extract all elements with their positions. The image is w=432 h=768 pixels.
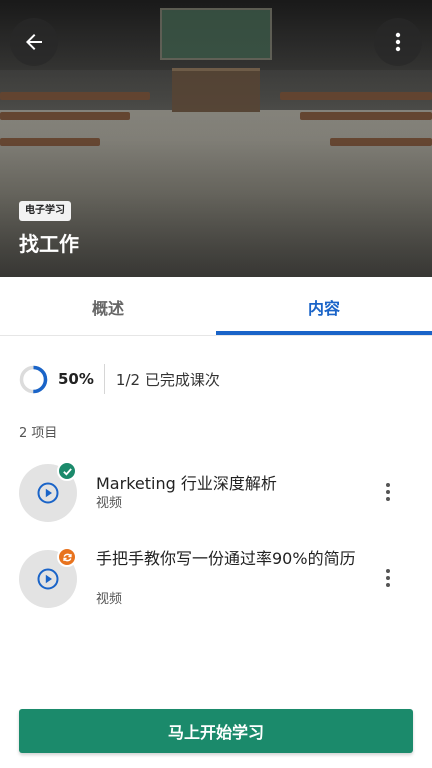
item-title: 手把手教你写一份通过率90%的简历 xyxy=(96,549,356,568)
play-circle-icon xyxy=(37,482,59,504)
progress-summary: 50% 1/2 已完成课次 xyxy=(19,363,220,395)
progress-divider xyxy=(103,364,105,394)
course-hero-image: 电子学习 找工作 xyxy=(0,0,432,277)
more-options-button[interactable] xyxy=(374,18,422,66)
progress-percent: 50% xyxy=(58,370,94,388)
items-count: 2 项目 xyxy=(19,426,58,441)
list-item[interactable]: Marketing 行业深度解析 视频 xyxy=(0,461,432,526)
item-more-button[interactable] xyxy=(376,564,400,592)
item-more-button[interactable] xyxy=(376,478,400,506)
back-button[interactable] xyxy=(10,18,58,66)
active-tab-indicator xyxy=(216,331,432,335)
completed-badge xyxy=(57,461,77,481)
in-progress-badge xyxy=(57,547,77,567)
kebab-dot xyxy=(386,490,390,494)
tab-content[interactable]: 内容 xyxy=(216,277,432,336)
item-title: Marketing 行业深度解析 xyxy=(96,474,277,493)
check-icon xyxy=(62,467,72,476)
more-vertical-icon xyxy=(395,32,401,52)
kebab-dot xyxy=(386,569,390,573)
sync-icon xyxy=(62,553,72,561)
start-learning-button[interactable]: 马上开始学习 xyxy=(19,709,413,753)
progress-ring xyxy=(19,365,48,393)
tab-overview[interactable]: 概述 xyxy=(0,277,216,336)
arrow-left-icon xyxy=(26,34,42,50)
kebab-dot xyxy=(386,576,390,580)
item-type: 视频 xyxy=(96,496,123,511)
play-circle-icon xyxy=(37,568,59,590)
item-type: 视频 xyxy=(96,592,123,607)
kebab-dot xyxy=(386,483,390,487)
progress-text: 1/2 已完成课次 xyxy=(115,370,220,389)
kebab-dot xyxy=(386,583,390,587)
tab-bar: 概述 内容 xyxy=(0,277,432,336)
list-item[interactable]: 手把手教你写一份通过率90%的简历 视频 xyxy=(0,547,432,612)
course-type-tag: 电子学习 xyxy=(19,201,71,221)
course-title: 找工作 xyxy=(19,232,79,256)
kebab-dot xyxy=(386,497,390,501)
